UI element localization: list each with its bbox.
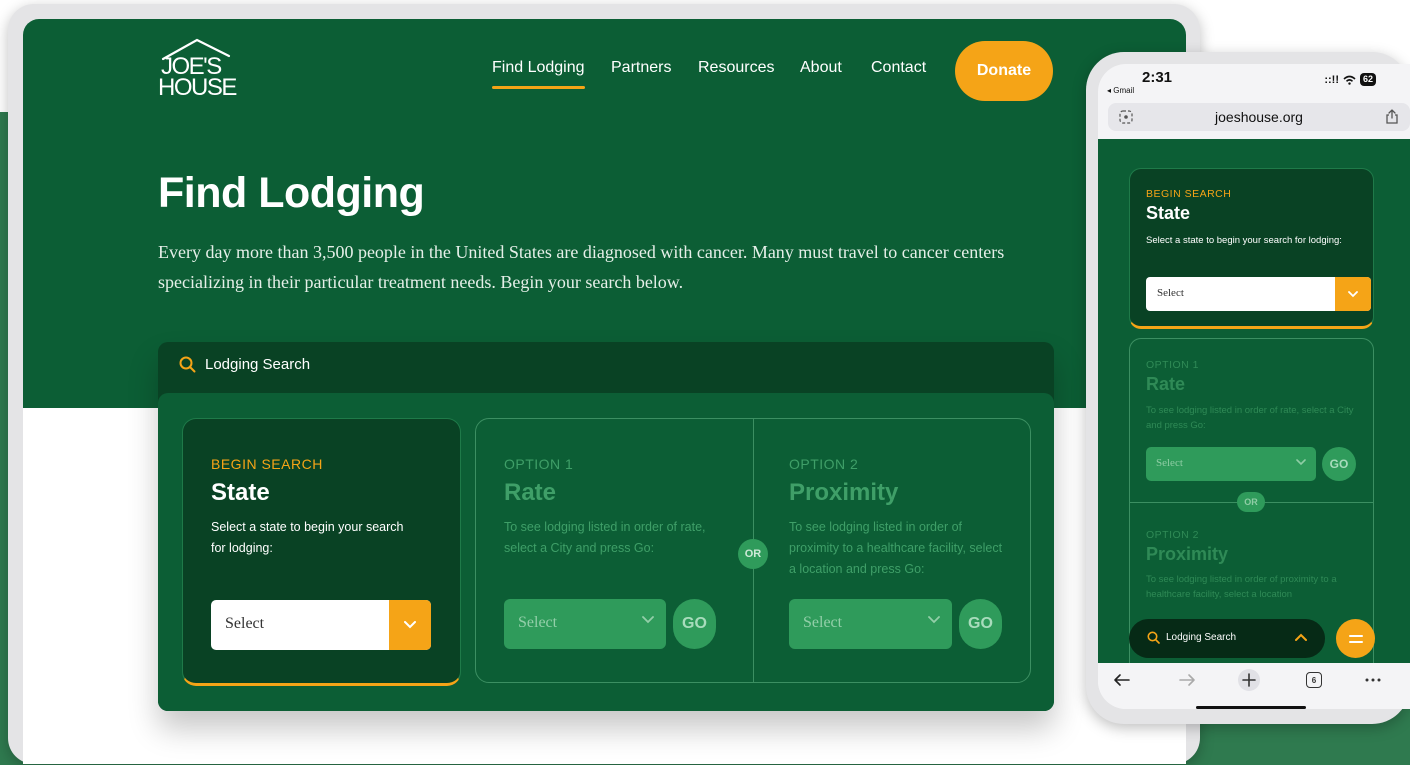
option2-heading: Proximity: [789, 479, 899, 506]
begin-eyebrow: BEGIN SEARCH: [211, 456, 323, 472]
mobile-option1-eyebrow: OPTION 1: [1146, 359, 1200, 371]
mobile-rate-go-button[interactable]: GO: [1322, 447, 1356, 481]
location-select-value: Select: [803, 614, 843, 631]
tabs-button[interactable]: 6: [1306, 672, 1322, 688]
nav-partners[interactable]: Partners: [611, 59, 671, 77]
chevron-down-icon: [1296, 459, 1306, 466]
desktop-screen: JOE'S HOUSE Find Lodging Partners Resour…: [23, 19, 1186, 764]
mobile-search-bar-label: Lodging Search: [1166, 632, 1237, 643]
mobile-page: BEGIN SEARCH State Select a state to beg…: [1098, 139, 1410, 668]
mobile-state-select-value: Select: [1157, 287, 1184, 299]
new-tab-icon[interactable]: [1237, 668, 1261, 692]
nav-about[interactable]: About: [800, 59, 842, 77]
desktop-device-frame: JOE'S HOUSE Find Lodging Partners Resour…: [8, 4, 1200, 764]
mobile-option2-eyebrow: OPTION 2: [1146, 529, 1200, 541]
mobile-option1-description: To see lodging listed in order of rate, …: [1146, 405, 1354, 431]
mobile-option2-description: To see lodging listed in order of proxim…: [1146, 574, 1337, 600]
state-select-value: Select: [225, 615, 265, 632]
logo-line2: HOUSE: [158, 74, 237, 101]
url-domain: joeshouse.org: [1215, 109, 1303, 125]
search-icon: [1147, 631, 1160, 644]
donate-button[interactable]: Donate: [955, 41, 1053, 101]
menu-icon: [1348, 634, 1363, 643]
browser-toolbar: 6: [1098, 663, 1410, 709]
chevron-down-icon: [928, 616, 940, 624]
home-indicator: [1196, 706, 1306, 709]
mobile-begin-heading: State: [1146, 203, 1191, 223]
option1-description: To see lodging listed in order of rate, …: [504, 520, 706, 555]
page-title: Find Lodging: [158, 169, 425, 217]
phone-device-frame: 2:31 ◂ Gmail ::!! 62 joeshouse.org BEGIN…: [1086, 52, 1410, 724]
nav-resources[interactable]: Resources: [698, 59, 774, 77]
menu-button[interactable]: [1336, 619, 1375, 658]
chevron-up-icon[interactable]: [1295, 633, 1307, 641]
chevron-down-icon: [642, 616, 654, 624]
option1-eyebrow: OPTION 1: [504, 456, 574, 472]
status-time: 2:31: [1142, 69, 1173, 86]
mobile-option2-heading: Proximity: [1146, 544, 1229, 564]
chevron-down-icon[interactable]: [1335, 277, 1371, 311]
share-icon[interactable]: [1386, 109, 1398, 124]
mobile-begin-description: Select a state to begin your search for …: [1146, 235, 1342, 246]
begin-search-card: BEGIN SEARCH State Select a state to beg…: [182, 418, 461, 686]
search-header[interactable]: Lodging Search: [179, 356, 310, 373]
status-indicators: ::!! 62: [1324, 73, 1376, 86]
mobile-option1-heading: Rate: [1146, 374, 1186, 394]
mobile-city-select[interactable]: Select: [1146, 447, 1316, 481]
forward-arrow-icon[interactable]: [1178, 673, 1196, 687]
rate-go-button[interactable]: GO: [673, 599, 716, 649]
more-options-icon[interactable]: [1364, 677, 1382, 683]
mobile-begin-eyebrow: BEGIN SEARCH: [1146, 188, 1232, 200]
signal-icon: ::!!: [1324, 73, 1339, 86]
option2-eyebrow: OPTION 2: [789, 456, 859, 472]
mobile-lodging-search-bar[interactable]: Lodging Search: [1129, 619, 1325, 658]
nav-find-lodging[interactable]: Find Lodging: [492, 59, 585, 89]
proximity-go-button[interactable]: GO: [959, 599, 1002, 649]
back-arrow-icon[interactable]: [1113, 673, 1131, 687]
chevron-down-icon[interactable]: [389, 600, 431, 650]
location-select[interactable]: Select: [789, 599, 952, 649]
options-card: OR OPTION 1 Rate To see lodging listed i…: [475, 418, 1031, 683]
mobile-begin-search-card: BEGIN SEARCH State Select a state to beg…: [1129, 168, 1374, 329]
mobile-city-select-value: Select: [1156, 457, 1183, 469]
nav-contact[interactable]: Contact: [871, 59, 926, 77]
mobile-state-select[interactable]: Select: [1146, 277, 1371, 311]
lodging-search-panel: Lodging Search BEGIN SEARCH State Select…: [158, 342, 1054, 711]
begin-description: Select a state to begin your search for …: [211, 520, 404, 555]
or-badge: OR: [738, 539, 768, 569]
city-select-value: Select: [518, 614, 558, 631]
phone-screen: 2:31 ◂ Gmail ::!! 62 joeshouse.org BEGIN…: [1098, 64, 1410, 709]
option2-description: To see lodging listed in order of proxim…: [789, 520, 1003, 576]
begin-heading: State: [211, 479, 270, 506]
wifi-icon: [1343, 75, 1356, 85]
state-select[interactable]: Select: [211, 600, 431, 650]
intro-text: Every day more than 3,500 people in the …: [158, 242, 1005, 292]
browser-url-bar[interactable]: joeshouse.org: [1108, 103, 1410, 131]
battery-icon: 62: [1359, 73, 1376, 86]
city-select[interactable]: Select: [504, 599, 666, 649]
search-icon: [179, 356, 196, 373]
site-logo[interactable]: JOE'S HOUSE: [157, 37, 237, 101]
option1-heading: Rate: [504, 479, 557, 506]
back-to-app[interactable]: ◂ Gmail: [1107, 86, 1134, 95]
mobile-or-badge: OR: [1237, 492, 1265, 512]
search-title: Lodging Search: [205, 356, 311, 373]
search-body: BEGIN SEARCH State Select a state to beg…: [158, 393, 1054, 711]
